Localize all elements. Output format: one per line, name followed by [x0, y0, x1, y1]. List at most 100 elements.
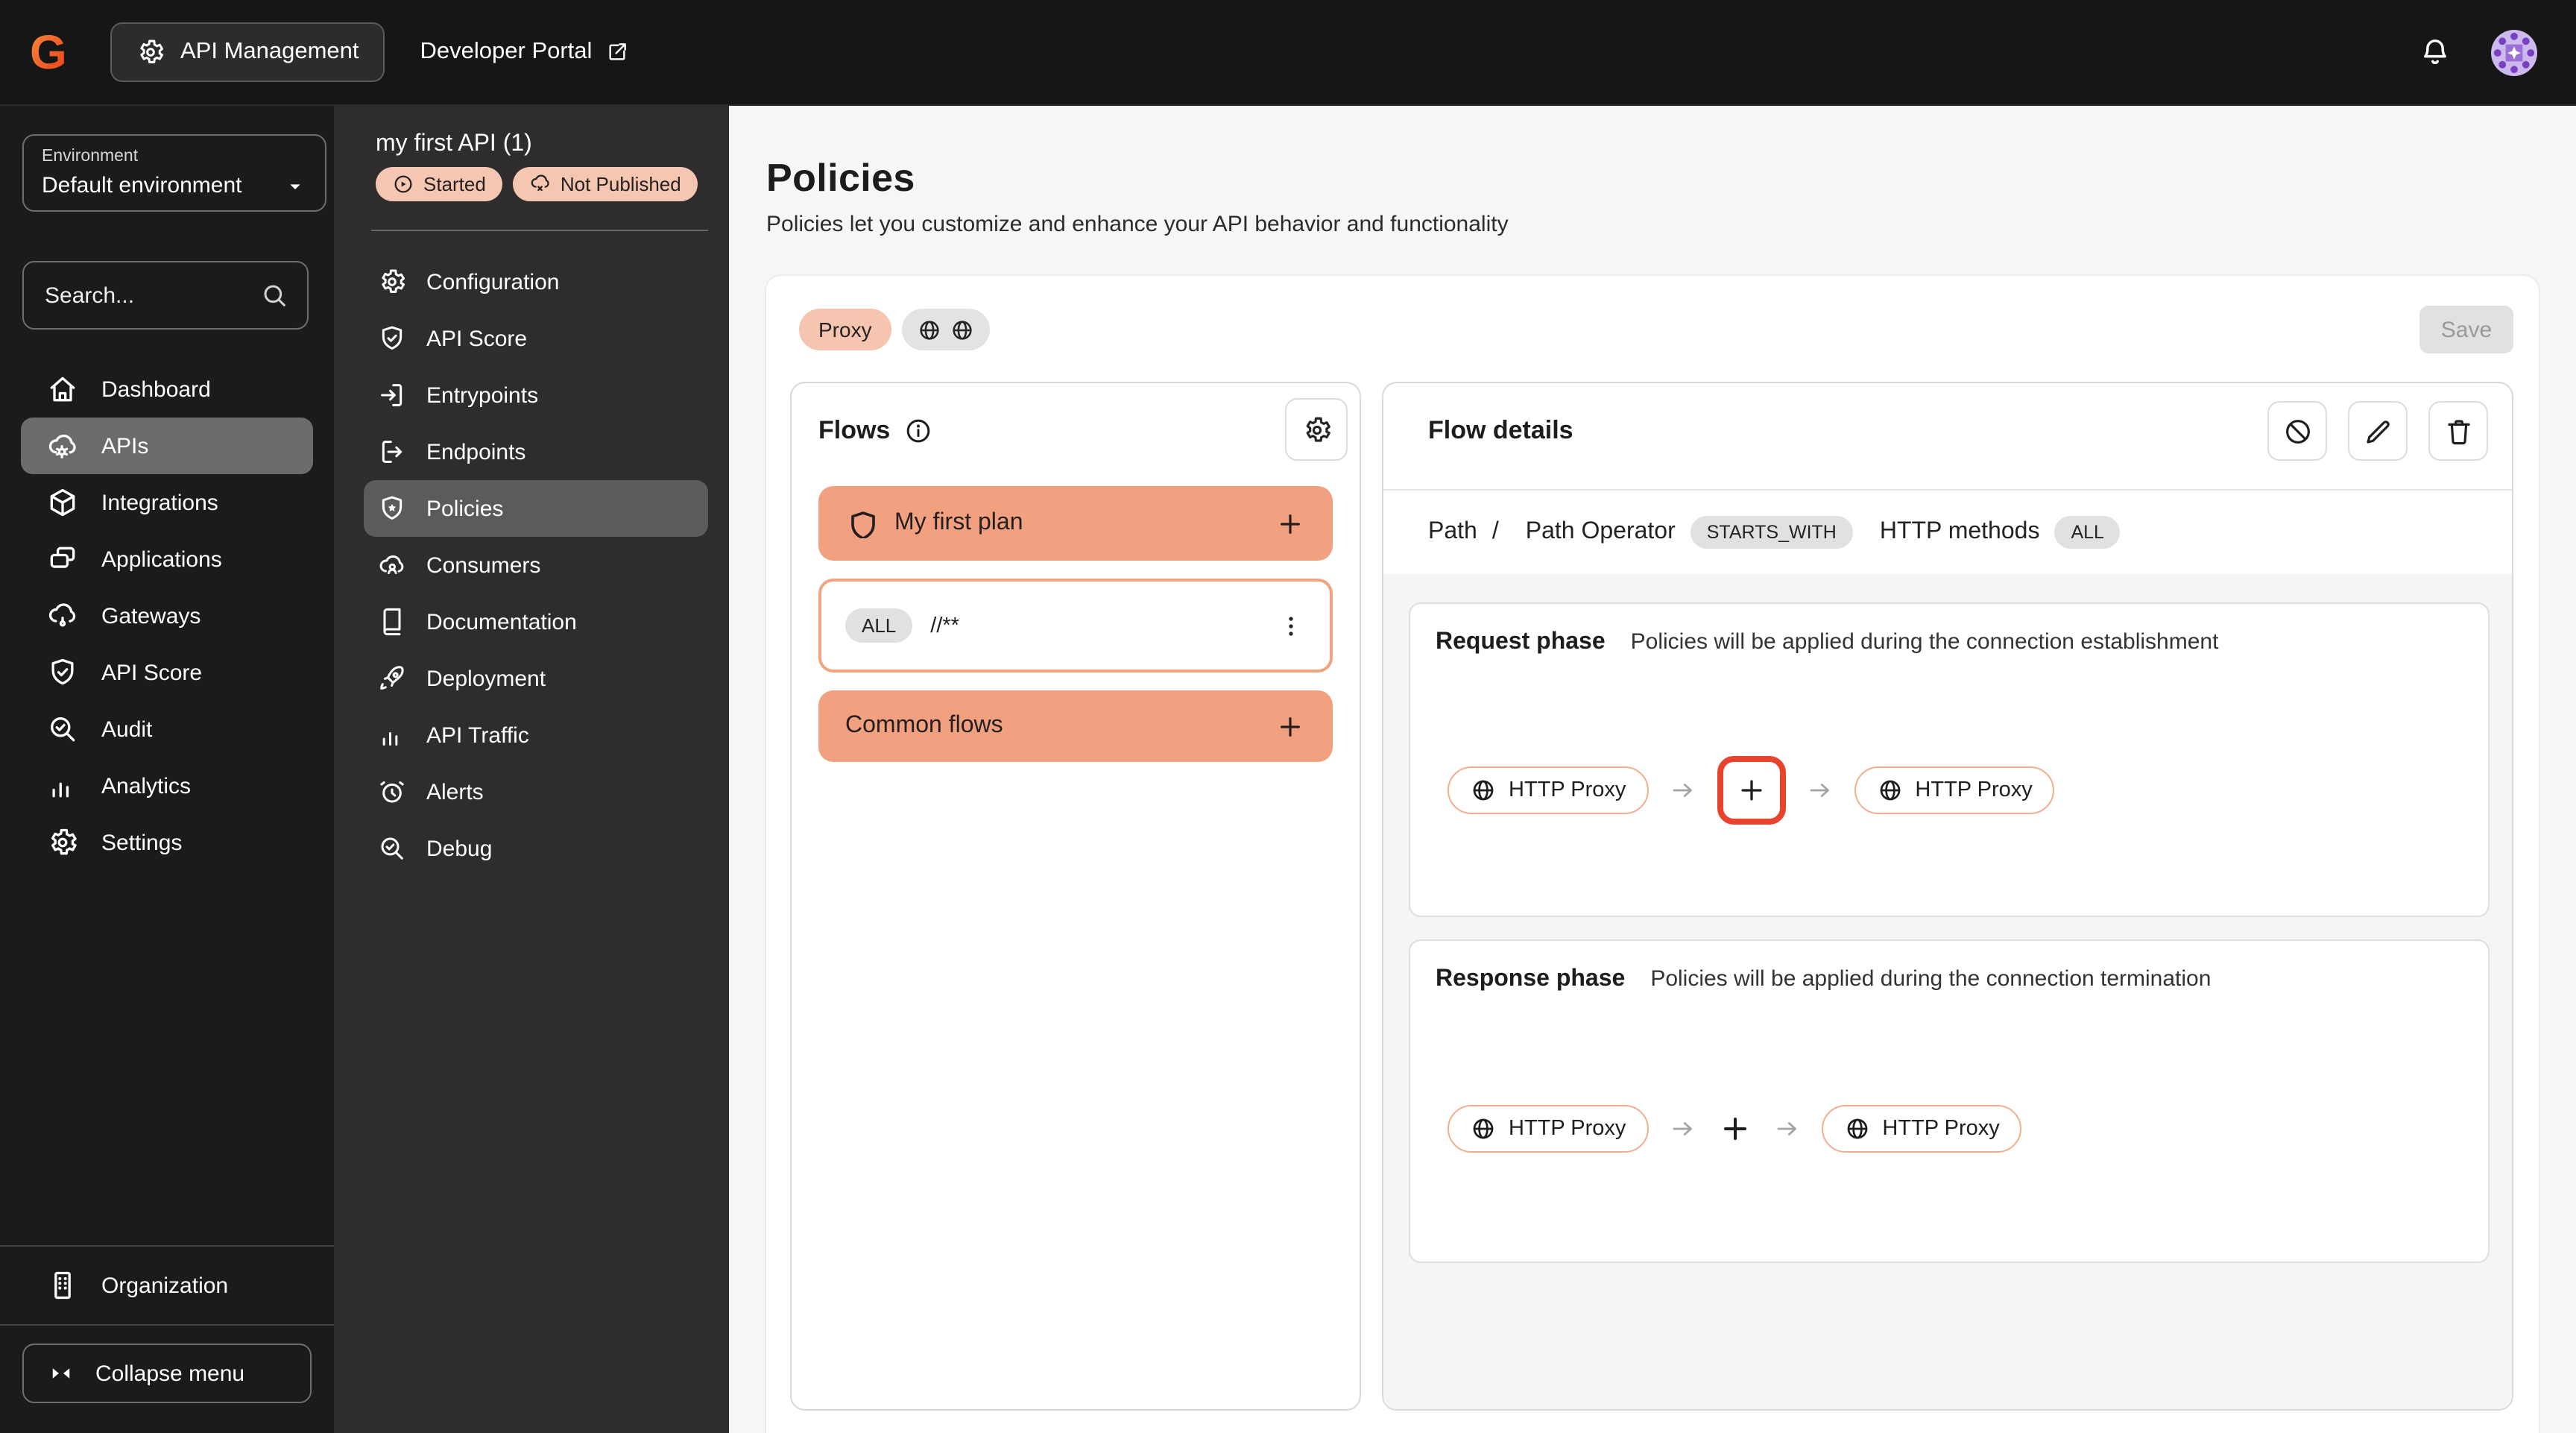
save-button[interactable]: Save — [2419, 306, 2513, 353]
external-link-icon — [605, 40, 629, 64]
sidebar-item-apis[interactable]: APIs — [21, 418, 313, 474]
arrow-right-icon — [1669, 777, 1696, 804]
alarm-clock-icon — [377, 777, 407, 807]
environment-select[interactable]: Environment Default environment — [22, 134, 326, 212]
sidebar-item-analytics[interactable]: Analytics — [21, 758, 313, 814]
plan-group-my-first-plan[interactable]: My first plan — [818, 486, 1333, 561]
api-item-deployment[interactable]: Deployment — [364, 650, 708, 707]
phase-description: Policies will be applied during the conn… — [1650, 966, 2212, 992]
globe-icon — [950, 317, 975, 342]
add-policy-button-highlighted[interactable] — [1717, 756, 1786, 825]
api-item-api-traffic[interactable]: API Traffic — [364, 707, 708, 763]
http-methods-label: HTTP methods — [1879, 519, 2040, 544]
info-icon[interactable] — [903, 416, 933, 446]
sidebar-item-label: Gateways — [101, 603, 201, 629]
common-flows-label: Common flows — [845, 713, 1003, 738]
status-badge-not-published: Not Published — [512, 167, 698, 201]
sidebar-item-settings[interactable]: Settings — [21, 814, 313, 871]
http-proxy-chip[interactable]: HTTP Proxy — [1854, 766, 2055, 814]
common-flows-group[interactable]: Common flows — [818, 690, 1333, 762]
studio-chips: Proxy — [799, 309, 990, 350]
sidebar-item-integrations[interactable]: Integrations — [21, 474, 313, 531]
sidebar-item-api-score[interactable]: API Score — [21, 644, 313, 701]
api-item-configuration[interactable]: Configuration — [364, 253, 708, 310]
path-operator-chip: STARTS_WITH — [1690, 516, 1853, 549]
notifications-bell-icon[interactable] — [2418, 35, 2452, 69]
sidebar-item-applications[interactable]: Applications — [21, 531, 313, 588]
add-policy-button[interactable] — [1717, 1111, 1752, 1147]
user-avatar[interactable] — [2491, 29, 2537, 75]
sidebar-nav: Dashboard APIs Integrations Applications… — [21, 361, 313, 871]
api-item-endpoints[interactable]: Endpoints — [364, 423, 708, 480]
badge-label: Not Published — [560, 173, 681, 195]
add-common-flow-icon[interactable] — [1275, 711, 1306, 742]
sidebar-search[interactable] — [22, 261, 309, 330]
developer-portal-link[interactable]: Developer Portal — [420, 39, 630, 66]
phase-description: Policies will be applied during the conn… — [1630, 629, 2219, 655]
sidebar-bottom: Organization Collapse menu — [0, 1245, 334, 1433]
arrow-right-icon — [1773, 1115, 1800, 1142]
api-item-entrypoints[interactable]: Entrypoints — [364, 367, 708, 423]
app-cards-icon — [46, 543, 79, 576]
api-sidebar: my first API (1) Started Not Published C… — [334, 104, 729, 1433]
globe-icon — [1843, 1115, 1870, 1142]
phase-name: Response phase — [1436, 966, 1626, 992]
building-icon — [46, 1269, 79, 1302]
collapse-menu-button[interactable]: Collapse menu — [22, 1344, 312, 1403]
flow-details-panel: Flow details Path / Path Operator STARTS… — [1382, 382, 2513, 1411]
phases-container: Request phase Policies will be applied d… — [1383, 574, 2512, 1409]
api-item-consumers[interactable]: Consumers — [364, 537, 708, 593]
api-item-alerts[interactable]: Alerts — [364, 763, 708, 820]
sidebar-item-gateways[interactable]: Gateways — [21, 588, 313, 644]
developer-portal-label: Developer Portal — [420, 39, 593, 64]
add-flow-icon[interactable] — [1275, 508, 1306, 539]
disable-flow-button[interactable] — [2267, 401, 2327, 461]
http-proxy-chip[interactable]: HTTP Proxy — [1821, 1105, 2022, 1153]
collapse-icon — [48, 1360, 75, 1387]
policy-studio-card: Proxy Save Flows My first plan ALL //** … — [766, 276, 2539, 1433]
sidebar-item-label: Integrations — [101, 490, 218, 515]
http-proxy-chip[interactable]: HTTP Proxy — [1448, 1105, 1649, 1153]
api-item-policies[interactable]: Policies — [364, 480, 708, 537]
sidebar-item-organization[interactable]: Organization — [0, 1247, 334, 1324]
gravitee-logo[interactable]: G — [27, 27, 78, 78]
proxy-chip[interactable]: Proxy — [799, 309, 891, 350]
trash-icon — [2443, 415, 2474, 447]
api-item-label: Deployment — [426, 666, 546, 691]
api-item-documentation[interactable]: Documentation — [364, 593, 708, 650]
plus-icon — [1734, 774, 1767, 807]
flows-settings-button[interactable] — [1285, 398, 1348, 461]
more-options-icon[interactable] — [1276, 611, 1306, 640]
search-input[interactable] — [42, 281, 247, 309]
path-value: / — [1491, 519, 1499, 544]
api-item-label: Consumers — [426, 552, 541, 578]
search-check-icon — [377, 834, 407, 863]
main-content: Policies Policies let you customize and … — [729, 104, 2576, 1433]
shield-icon — [851, 511, 875, 538]
edit-flow-button[interactable] — [2348, 401, 2408, 461]
http-methods-chip: ALL — [2054, 516, 2121, 549]
cloud-gear-icon — [46, 429, 79, 462]
chevron-down-icon — [283, 174, 307, 198]
entrypoints-chip[interactable] — [901, 309, 990, 350]
flow-meta-row: Path / Path Operator STARTS_WITH HTTP me… — [1428, 491, 2121, 574]
sidebar-item-audit[interactable]: Audit — [21, 701, 313, 758]
organization-label: Organization — [101, 1273, 229, 1298]
flow-path: //** — [930, 614, 959, 637]
api-item-debug[interactable]: Debug — [364, 820, 708, 877]
flow-item[interactable]: ALL //** — [818, 579, 1333, 673]
sidebar-item-dashboard[interactable]: Dashboard — [21, 361, 313, 418]
cube-icon — [46, 486, 79, 519]
status-badge-started: Started — [376, 167, 502, 201]
cloud-x-icon — [529, 173, 552, 195]
app-switcher-button[interactable]: API Management — [110, 22, 385, 82]
gear-icon — [1301, 414, 1332, 445]
sidebar-item-label: API Score — [101, 660, 203, 685]
rocket-icon — [377, 664, 407, 693]
phase-name: Request phase — [1436, 629, 1606, 655]
api-item-api-score[interactable]: API Score — [364, 310, 708, 367]
delete-flow-button[interactable] — [2428, 401, 2488, 461]
proxy-chip-label: HTTP Proxy — [1509, 1117, 1626, 1141]
cloud-node-icon — [46, 599, 79, 632]
http-proxy-chip[interactable]: HTTP Proxy — [1448, 766, 1649, 814]
